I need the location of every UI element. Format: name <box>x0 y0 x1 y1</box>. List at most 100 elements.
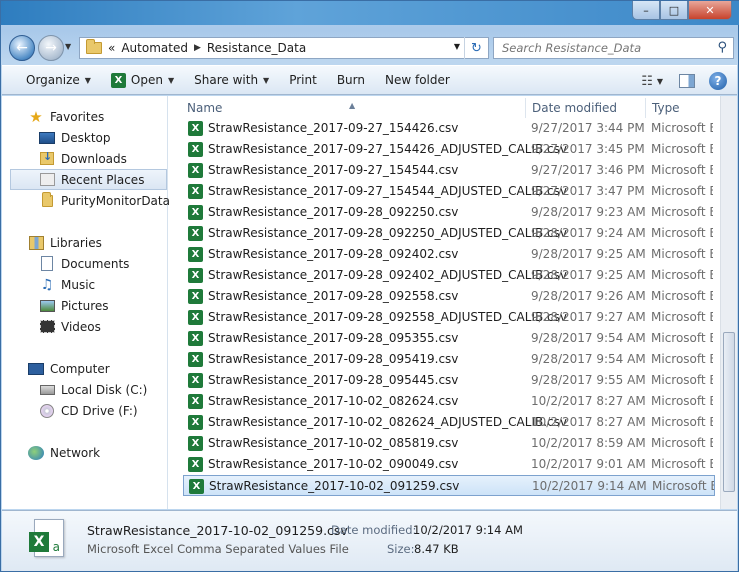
column-header-name[interactable]: Name <box>187 101 222 115</box>
excel-icon: X <box>188 352 203 367</box>
back-arrow-icon: ← <box>16 40 28 56</box>
burn-button[interactable]: Burn <box>337 73 365 87</box>
search-box[interactable]: ⚲ <box>493 37 734 59</box>
excel-icon: X <box>188 373 203 388</box>
new-folder-button[interactable]: New folder <box>385 73 450 87</box>
excel-icon: X <box>188 247 203 262</box>
file-type: Microsoft Ex <box>651 163 713 177</box>
preview-pane-icon[interactable] <box>679 74 695 88</box>
file-type: Microsoft Ex <box>651 205 713 219</box>
address-bar[interactable]: « Automated ▶ Resistance_Data ▼ ↻ <box>79 37 489 59</box>
help-icon[interactable]: ? <box>709 72 727 90</box>
address-overflow[interactable]: « <box>108 41 115 55</box>
file-date: 9/28/2017 9:24 AM <box>531 226 646 240</box>
nav-recent-places[interactable]: Recent Places <box>10 169 167 190</box>
file-row[interactable]: X StrawResistance_2017-09-27_154426_ADJUS… <box>183 139 715 160</box>
star-icon: ★ <box>29 107 43 126</box>
nav-downloads[interactable]: Downloads <box>39 148 127 169</box>
music-icon: ♫ <box>40 276 54 293</box>
file-name: StrawResistance_2017-09-28_092402_ADJUST… <box>208 268 567 282</box>
breadcrumb-resistance-data[interactable]: Resistance_Data <box>207 41 306 55</box>
views-dropdown-icon[interactable]: ▼ <box>657 77 663 86</box>
nav-music[interactable]: ♫ Music <box>39 274 95 295</box>
toolbar-right: ☷ ▼ ? <box>641 66 737 96</box>
scrollbar-thumb[interactable] <box>723 332 735 492</box>
views-icon[interactable]: ☷ <box>641 74 653 89</box>
breadcrumb-automated[interactable]: Automated <box>121 41 188 55</box>
file-row[interactable]: X StrawResistance_2017-10-02_085819.csv 10… <box>183 433 715 454</box>
nav-pictures[interactable]: Pictures <box>39 295 109 316</box>
cd-drive-icon <box>40 403 54 418</box>
nav-desktop[interactable]: Desktop <box>39 127 111 148</box>
file-name: StrawResistance_2017-10-02_082624_ADJUST… <box>208 415 567 429</box>
nav-videos[interactable]: Videos <box>39 316 101 337</box>
refresh-icon: ↻ <box>471 40 482 56</box>
share-with-button[interactable]: Share with ▼ <box>194 73 269 87</box>
search-input[interactable] <box>500 40 710 56</box>
file-row[interactable]: X StrawResistance_2017-09-28_092402.csv 9/… <box>183 244 715 265</box>
close-button[interactable]: ✕ <box>688 1 732 20</box>
file-row[interactable]: X StrawResistance_2017-09-28_092402_ADJUS… <box>183 265 715 286</box>
address-row: ← → ▼ « Automated ▶ Resistance_Data ▼ ↻ … <box>9 33 734 61</box>
vertical-scrollbar[interactable] <box>720 96 737 509</box>
print-button[interactable]: Print <box>289 73 317 87</box>
address-dropdown-icon[interactable]: ▼ <box>454 42 460 51</box>
file-row[interactable]: X StrawResistance_2017-10-02_090049.csv 10… <box>183 454 715 475</box>
nav-documents[interactable]: Documents <box>39 253 129 274</box>
excel-icon: X <box>110 72 126 88</box>
nav-cd-drive[interactable]: CD Drive (F:) <box>39 400 138 421</box>
file-type: Microsoft Ex <box>651 394 713 408</box>
maximize-button[interactable]: □ <box>660 1 688 20</box>
file-date: 9/28/2017 9:23 AM <box>531 205 646 219</box>
nav-purity-monitor-data[interactable]: PurityMonitorData <box>39 190 170 211</box>
file-row[interactable]: X StrawResistance_2017-09-28_092250_ADJUS… <box>183 223 715 244</box>
file-row[interactable]: X StrawResistance_2017-09-28_095445.csv 9/… <box>183 370 715 391</box>
documents-icon <box>41 256 53 271</box>
nav-network[interactable]: Network <box>28 442 100 463</box>
file-row[interactable]: X StrawResistance_2017-09-27_154426.csv 9/… <box>183 118 715 139</box>
nav-libraries[interactable]: Libraries <box>28 232 102 253</box>
search-icon[interactable]: ⚲ <box>717 40 727 55</box>
file-row[interactable]: X StrawResistance_2017-10-02_082624_ADJUS… <box>183 412 715 433</box>
nav-favorites[interactable]: ★ Favorites <box>28 106 104 127</box>
file-row[interactable]: X StrawResistance_2017-09-27_154544.csv 9/… <box>183 160 715 181</box>
excel-icon: X <box>188 415 203 430</box>
breadcrumb-separator[interactable]: ▶ <box>194 43 201 53</box>
column-divider[interactable] <box>525 98 526 118</box>
minimize-button[interactable]: – <box>632 1 660 20</box>
organize-button[interactable]: Organize ▼ <box>26 73 91 87</box>
title-bar[interactable] <box>1 1 739 25</box>
column-header-date[interactable]: Date modified <box>532 101 617 115</box>
nav-local-disk[interactable]: Local Disk (C:) <box>39 379 147 400</box>
column-header-type[interactable]: Type <box>652 101 680 115</box>
file-row[interactable]: X StrawResistance_2017-09-28_095355.csv 9/… <box>183 328 715 349</box>
chevron-down-icon: ▼ <box>167 75 175 85</box>
file-row[interactable]: X StrawResistance_2017-10-02_082624.csv 10… <box>183 391 715 412</box>
file-row[interactable]: X StrawResistance_2017-10-02_091259.csv 10… <box>183 475 715 496</box>
explorer-window: – □ ✕ ← → ▼ « Automated ▶ Resistance_Dat… <box>0 0 739 572</box>
back-button[interactable]: ← <box>9 35 35 61</box>
file-name: StrawResistance_2017-09-28_092558_ADJUST… <box>208 310 567 324</box>
file-row[interactable]: X StrawResistance_2017-09-27_154544_ADJUS… <box>183 181 715 202</box>
file-type: Microsoft Ex <box>651 310 713 324</box>
excel-icon: X <box>188 310 203 325</box>
navigation-pane: ★ Favorites Desktop Downloads Recent Plac… <box>2 96 170 509</box>
file-row[interactable]: X StrawResistance_2017-09-28_092250.csv 9/… <box>183 202 715 223</box>
refresh-button[interactable]: ↻ <box>464 37 488 59</box>
file-row[interactable]: X StrawResistance_2017-09-28_092558.csv 9/… <box>183 286 715 307</box>
nav-label: Music <box>61 277 96 292</box>
file-row[interactable]: X StrawResistance_2017-09-28_092558_ADJUS… <box>183 307 715 328</box>
recent-pages-dropdown[interactable]: ▼ <box>65 42 71 51</box>
forward-button[interactable]: → <box>38 35 64 61</box>
file-row[interactable]: X StrawResistance_2017-09-28_095419.csv 9/… <box>183 349 715 370</box>
nav-label: PurityMonitorData <box>61 193 170 208</box>
open-button[interactable]: X Open ▼ <box>110 72 175 88</box>
excel-icon: X <box>188 163 203 178</box>
downloads-icon <box>40 150 54 165</box>
nav-computer[interactable]: Computer <box>28 358 110 379</box>
file-type: Microsoft Ex <box>651 331 713 345</box>
file-date: 10/2/2017 9:14 AM <box>532 479 647 493</box>
file-type: Microsoft Ex <box>651 373 713 387</box>
column-divider[interactable] <box>645 98 646 118</box>
file-name: StrawResistance_2017-10-02_082624.csv <box>208 394 459 408</box>
